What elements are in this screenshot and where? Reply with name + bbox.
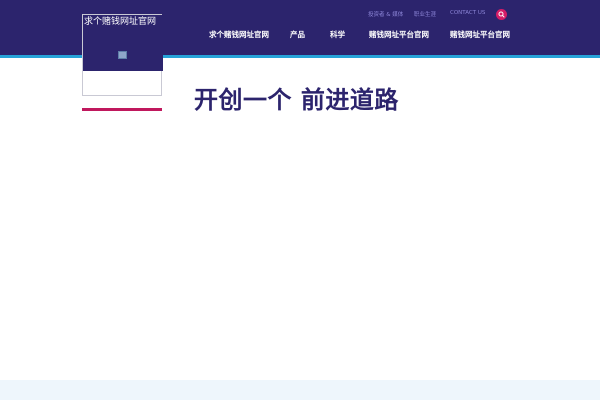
- nav-item-products[interactable]: 产品: [290, 29, 305, 40]
- broken-image-icon: [118, 51, 127, 59]
- accent-divider: [82, 108, 162, 111]
- site-logo[interactable]: 求个赌钱网址官网: [82, 14, 163, 96]
- nav-item-platform-2[interactable]: 赌钱网址平台官网: [450, 29, 510, 40]
- search-icon: [498, 11, 505, 18]
- nav-item-home[interactable]: 求个赌钱网址官网: [209, 29, 269, 40]
- logo-title: 求个赌钱网址官网: [83, 15, 163, 29]
- nav-item-platform-1[interactable]: 赌钱网址平台官网: [369, 29, 429, 40]
- util-link-investors-media[interactable]: 投资者 & 媒体: [368, 10, 403, 18]
- nav-item-science[interactable]: 科学: [330, 29, 345, 40]
- hero-title: 开创一个 前进道路: [194, 86, 399, 114]
- search-button[interactable]: [496, 9, 507, 20]
- logo-backdrop: [83, 29, 163, 71]
- page: 投资者 & 媒体 职业生涯 CONTACT US 求个赌钱网址官网 产品 科学 …: [0, 0, 600, 400]
- footer-band: [0, 380, 600, 400]
- util-link-contact-us[interactable]: CONTACT US: [450, 10, 485, 16]
- util-link-careers[interactable]: 职业生涯: [414, 10, 436, 18]
